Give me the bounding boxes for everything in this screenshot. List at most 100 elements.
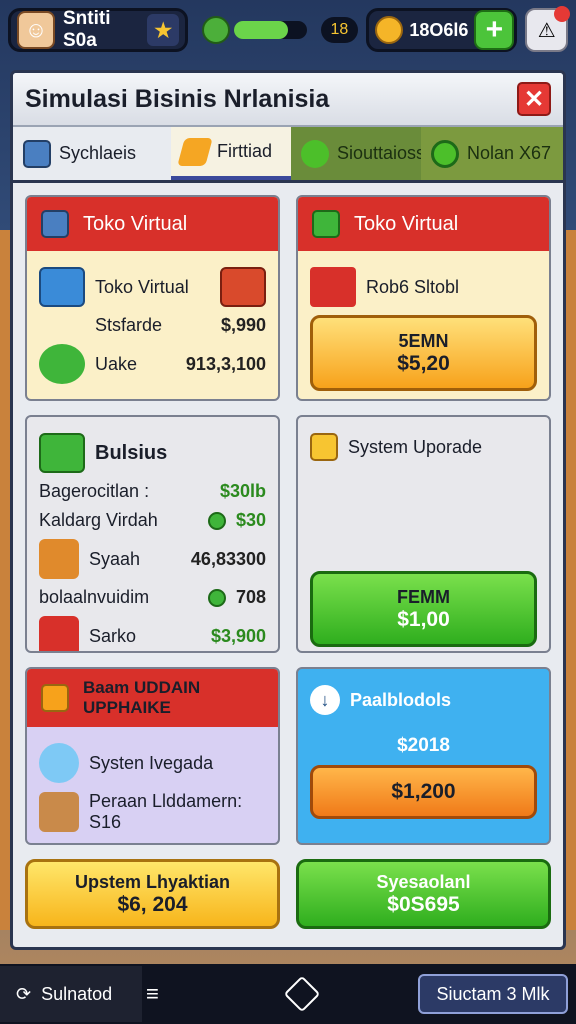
bulb-icon bbox=[39, 743, 79, 783]
tag-icon bbox=[177, 137, 213, 166]
coin-counter: 18O6l6 + bbox=[366, 8, 518, 52]
item-label: Uake bbox=[95, 353, 138, 374]
item-label: Syaah bbox=[89, 548, 141, 569]
coin-green-icon bbox=[431, 139, 459, 168]
bottom-nav-bar: ⟳ Sulnatod ≡ Siuctam 3 Mlk bbox=[0, 964, 576, 1024]
upgrade-button[interactable]: FEMM $1,00 bbox=[310, 571, 537, 647]
list-item: Uake 913,3,100 bbox=[39, 344, 266, 384]
button-price: $0S695 bbox=[387, 892, 460, 916]
alert-button[interactable]: ⚠ bbox=[525, 6, 571, 52]
item-price: $3,900 bbox=[210, 625, 266, 646]
card-title-row: System Uporade bbox=[310, 433, 537, 461]
package-price: $2018 bbox=[397, 735, 450, 756]
tab-4[interactable]: Nolan X67 bbox=[421, 127, 563, 180]
card-header: Toko Virtual bbox=[298, 197, 549, 251]
energy-value: 18 bbox=[320, 17, 359, 43]
bottom-right-button[interactable]: Siuctam 3 Mlk bbox=[418, 974, 568, 1014]
item-price: 46,83300 bbox=[190, 548, 266, 569]
plant-icon bbox=[39, 344, 85, 384]
tab-bar: Sychlaeis Firttiad Siouttaioss Nolan X67 bbox=[13, 127, 563, 183]
card-grid: Toko Virtual Toko Virtual Stsfarde $,990… bbox=[13, 183, 563, 941]
buy-button[interactable]: 5EMN $5,20 bbox=[310, 315, 537, 391]
buy-package-button[interactable]: $1,200 bbox=[310, 765, 537, 819]
coin-icon bbox=[375, 16, 404, 44]
item-label: Bagerocitlan : bbox=[39, 481, 150, 501]
upgrade-card: Baam UDDAIN UPPHAIKE Systen Ivegada Pera… bbox=[25, 667, 280, 845]
system-lhyaktian-button[interactable]: Upstem Lhyaktian $6, 204 bbox=[25, 859, 280, 929]
list-item: Syaah 46,83300 bbox=[39, 539, 266, 579]
crate-icon bbox=[220, 267, 266, 307]
modal-header: Simulasi Bisinis Nrlanisia ✕ bbox=[13, 73, 563, 127]
top-hud: ☺ Sntiti S0a ★ 18 18O6l6 + ⚠ bbox=[8, 6, 571, 54]
list-item: Systen Ivegada bbox=[39, 743, 266, 783]
list-item: Rob6 Sltobl bbox=[310, 267, 537, 307]
coin-amount: 18O6l6 bbox=[409, 19, 469, 40]
item-label: bolaalnvuidim bbox=[39, 587, 150, 607]
card-title: System Uporade bbox=[348, 436, 483, 457]
bottom-left-button[interactable]: ⟳ Sulnatod bbox=[0, 966, 142, 1022]
player-avatar: ☺ bbox=[17, 11, 55, 49]
item-label: Toko Virtual bbox=[95, 276, 189, 297]
button-price: $5,20 bbox=[397, 351, 450, 375]
button-price: $1,00 bbox=[397, 607, 450, 631]
tab-label: Siouttaioss bbox=[337, 143, 426, 163]
card-title: Baam UDDAIN UPPHAIKE bbox=[83, 678, 201, 717]
leaf-icon bbox=[301, 139, 329, 168]
refresh-icon: ⟳ bbox=[16, 983, 32, 1004]
item-label: Systen Ivegada bbox=[89, 752, 214, 773]
button-label: Syesaolanl bbox=[376, 871, 471, 892]
bottom-left-label: Sulnatod bbox=[41, 983, 113, 1004]
bottom-right-label: Siuctam 3 Mlk bbox=[436, 983, 550, 1004]
card-title-row: Bulsius bbox=[39, 433, 266, 473]
energy-bar bbox=[234, 21, 307, 39]
menu-icon[interactable]: ≡ bbox=[146, 981, 159, 1007]
modal-title: Simulasi Bisinis Nrlanisia bbox=[25, 84, 330, 113]
close-button[interactable]: ✕ bbox=[517, 82, 551, 116]
home-icon[interactable] bbox=[283, 975, 321, 1013]
tab-3[interactable]: Siouttaioss bbox=[291, 127, 425, 180]
card-title: Bulsius bbox=[95, 441, 168, 464]
chip-icon bbox=[310, 433, 338, 461]
basket-icon bbox=[39, 539, 79, 579]
card-title: Paalblodols bbox=[350, 689, 452, 710]
button-price: $1,200 bbox=[391, 780, 456, 803]
tab-2[interactable]: Firttiad bbox=[171, 127, 291, 180]
list-item: Bagerocitlan : $30lb bbox=[39, 481, 266, 502]
green-coin-icon bbox=[207, 511, 226, 530]
add-coins-button[interactable]: + bbox=[474, 10, 515, 50]
item-price: 913,3,100 bbox=[185, 353, 266, 374]
energy-bar-fill bbox=[234, 21, 289, 39]
star-icon: ★ bbox=[147, 14, 180, 46]
player-profile[interactable]: ☺ Sntiti S0a ★ bbox=[8, 8, 189, 52]
system-upgrade-card: System Uporade FEMM $1,00 bbox=[296, 415, 551, 653]
down-arrow-icon: ↓ bbox=[310, 685, 340, 715]
button-label: 5EMN bbox=[398, 330, 449, 351]
tab-label: Nolan X67 bbox=[467, 143, 552, 163]
button-label: Upstem Lhyaktian bbox=[74, 871, 231, 892]
package-card: ↓ Paalblodols $2018 $1,200 bbox=[296, 667, 551, 845]
card-title: Toko Virtual bbox=[354, 212, 459, 235]
item-price: $30 bbox=[235, 510, 266, 530]
card-header: Toko Virtual bbox=[27, 197, 278, 251]
button-label: FEMM bbox=[397, 586, 450, 607]
stall-icon bbox=[312, 210, 340, 238]
list-item: Toko Virtual bbox=[39, 267, 266, 307]
house-icon bbox=[41, 684, 69, 712]
bisnis-card: Bulsius Bagerocitlan : $30lb Kaldarg Vir… bbox=[25, 415, 280, 653]
business-modal: Simulasi Bisinis Nrlanisia ✕ Sychlaeis F… bbox=[10, 70, 566, 950]
list-item: Kaldarg Virdah $30 bbox=[39, 510, 266, 531]
toko-virtual-card: Toko Virtual Toko Virtual Stsfarde $,990… bbox=[25, 195, 280, 401]
player-name: Sntiti S0a bbox=[63, 8, 111, 51]
item-label: Rob6 Sltobl bbox=[366, 276, 460, 297]
tab-label: Firttiad bbox=[217, 141, 273, 161]
energy-meter bbox=[196, 8, 312, 52]
cart-icon bbox=[39, 616, 79, 651]
tab-label: Sychlaeis bbox=[59, 143, 137, 163]
item-label: Stsfarde bbox=[95, 315, 163, 335]
list-item: Sarko $3,900 bbox=[39, 616, 266, 651]
tab-1[interactable]: Sychlaeis bbox=[13, 127, 171, 180]
syesaolanl-button[interactable]: Syesaolanl $0S695 bbox=[296, 859, 551, 929]
item-price: $,990 bbox=[220, 315, 266, 335]
chest-icon bbox=[39, 433, 85, 473]
box-icon bbox=[39, 792, 79, 832]
